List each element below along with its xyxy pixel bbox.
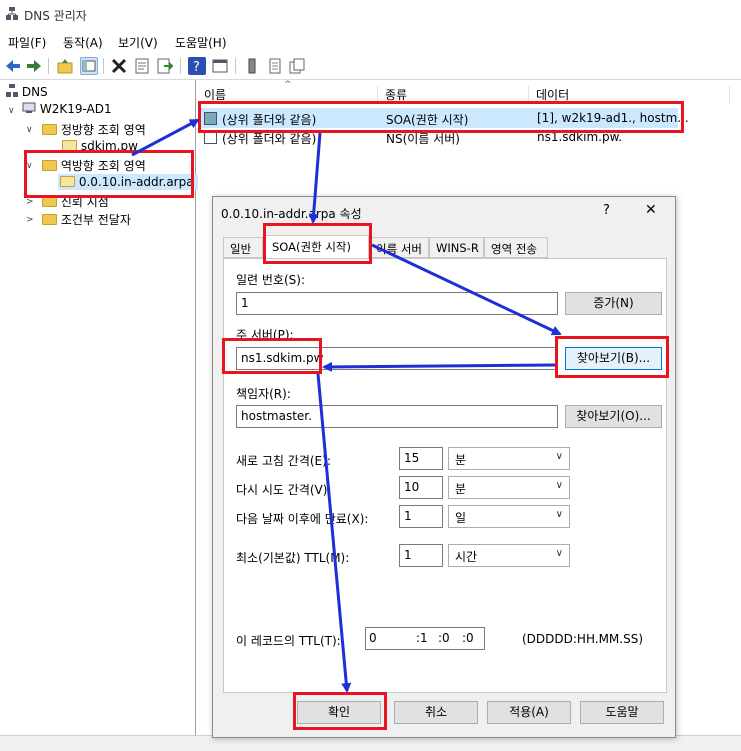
retry-input[interactable]: 10 [399,476,443,499]
highlight-primary-server [222,338,322,374]
window-title: DNS 관리자 [24,9,87,23]
delete-icon[interactable] [110,57,128,75]
svg-text:?: ? [193,60,200,75]
menu-help[interactable]: 도움말(H) [175,34,227,51]
menu-action[interactable]: 동작(A) [63,34,103,51]
menu-view[interactable]: 보기(V) [118,34,158,51]
record-ttl-input[interactable]: 0 :1 :0 :0 [365,627,485,650]
chevron-down-icon: ∨ [555,548,563,559]
properties-dialog: 0.0.10.in-addr.arpa 속성 ? ✕ 일반 SOA(권한 시작)… [212,196,676,738]
increment-button[interactable]: 증가(N) [565,292,662,315]
chevron-down-icon[interactable]: ∨ [8,106,15,116]
highlight-ok-button [293,692,387,730]
list-icon[interactable] [266,57,284,75]
tab-general[interactable]: 일반 [223,237,263,258]
expire-label: 다음 날짜 이후에 만료(X): [236,512,369,526]
tree-label-dns: DNS [21,85,48,99]
min-ttl-unit-select[interactable]: 시간 ∨ [448,544,570,567]
responsible-input[interactable]: hostmaster. [236,405,558,428]
tree-node-server[interactable]: W2K19-AD1 [22,102,112,116]
highlight-reverse-zone [24,150,194,198]
dialog-title: 0.0.10.in-addr.arpa 속성 [221,207,362,221]
up-folder-icon[interactable] [56,57,74,75]
folder-icon [42,214,57,225]
refresh-input[interactable]: 15 [399,447,443,470]
record-ttl-format: (DDDDD:HH.MM.SS) [522,632,644,646]
record-ttl-hours: :1 [416,631,428,645]
folder-icon [42,124,57,135]
apply-button[interactable]: 적용(A) [487,701,571,724]
tab-name-servers[interactable]: 이름 서버 [369,237,429,258]
expire-input[interactable]: 1 [399,505,443,528]
tree-node-conditional-forwarders[interactable]: 조건부 전달자 [42,211,131,228]
min-ttl-label: 최소(기본값) TTL(M): [236,551,350,565]
min-ttl-input[interactable]: 1 [399,544,443,567]
menu-bar: 파일(F) 동작(A) 보기(V) 도움말(H) [0,30,741,52]
responsible-label: 책임자(R): [236,387,291,401]
refresh-unit-select[interactable]: 분 ∨ [448,447,570,470]
refresh-unit-value: 분 [455,453,467,467]
close-icon[interactable]: ✕ [645,202,657,218]
dns-app-icon [6,7,18,21]
properties-icon[interactable] [133,57,151,75]
cancel-button[interactable]: 취소 [394,701,478,724]
copy-icon[interactable] [288,57,306,75]
highlight-browse-button [555,336,669,378]
export-icon[interactable] [156,57,174,75]
chevron-right-icon[interactable]: > [26,197,34,207]
chevron-down-icon: ∨ [555,480,563,491]
chevron-down-icon: ∨ [555,451,563,462]
record-ttl-minutes: :0 [438,631,450,645]
record-ttl-seconds: :0 [462,631,474,645]
record-ttl-days: 0 [369,631,377,645]
serial-input[interactable]: 1 [236,292,558,315]
tree-label-conditional-forwarders: 조건부 전달자 [60,213,131,227]
expire-unit-select[interactable]: 일 ∨ [448,505,570,528]
serial-label: 일련 번호(S): [236,273,305,287]
soa-tab-page: 일련 번호(S): 1 증가(N) 주 서버(P): ns1.sdkim.pw … [223,258,667,693]
chevron-down-icon[interactable]: ∨ [26,125,33,135]
help-button[interactable]: 도움말 [580,701,664,724]
server-icon[interactable] [243,57,261,75]
highlight-soa-record [198,101,684,133]
chevron-down-icon: ∨ [555,509,563,520]
server-computer-icon [22,102,36,113]
help-icon[interactable]: ? [188,57,206,75]
refresh-label: 새로 고침 간격(E): [236,454,331,468]
toolbar: ? [0,52,741,80]
browse-responsible-button[interactable]: 찾아보기(O)... [565,405,662,428]
show-hide-tree-icon[interactable] [80,57,98,75]
tree-node-dns[interactable]: DNS [6,84,48,99]
menu-file[interactable]: 파일(F) [8,34,46,51]
forward-icon[interactable] [25,57,43,75]
retry-unit-value: 분 [455,482,467,496]
tree-node-forward-zones[interactable]: 정방향 조회 영역 [42,121,146,138]
expire-unit-value: 일 [455,511,467,525]
title-bar: DNS 관리자 [0,0,741,30]
record-ttl-label: 이 레코드의 TTL(T): [236,634,341,648]
tree-label-forward-zones: 정방향 조회 영역 [60,123,146,137]
tree-label-server: W2K19-AD1 [39,102,112,116]
min-ttl-unit-value: 시간 [455,550,478,564]
dialog-help-icon[interactable]: ? [603,203,610,218]
console-icon[interactable] [211,57,229,75]
dns-icon [6,84,18,97]
retry-unit-select[interactable]: 분 ∨ [448,476,570,499]
highlight-soa-tab [263,223,372,264]
back-icon[interactable] [4,57,22,75]
chevron-right-icon[interactable]: > [26,215,34,225]
retry-label: 다시 시도 간격(V): [236,483,332,497]
tab-wins-r[interactable]: WINS-R [429,237,484,258]
tab-zone-transfers[interactable]: 영역 전송 [484,237,548,258]
